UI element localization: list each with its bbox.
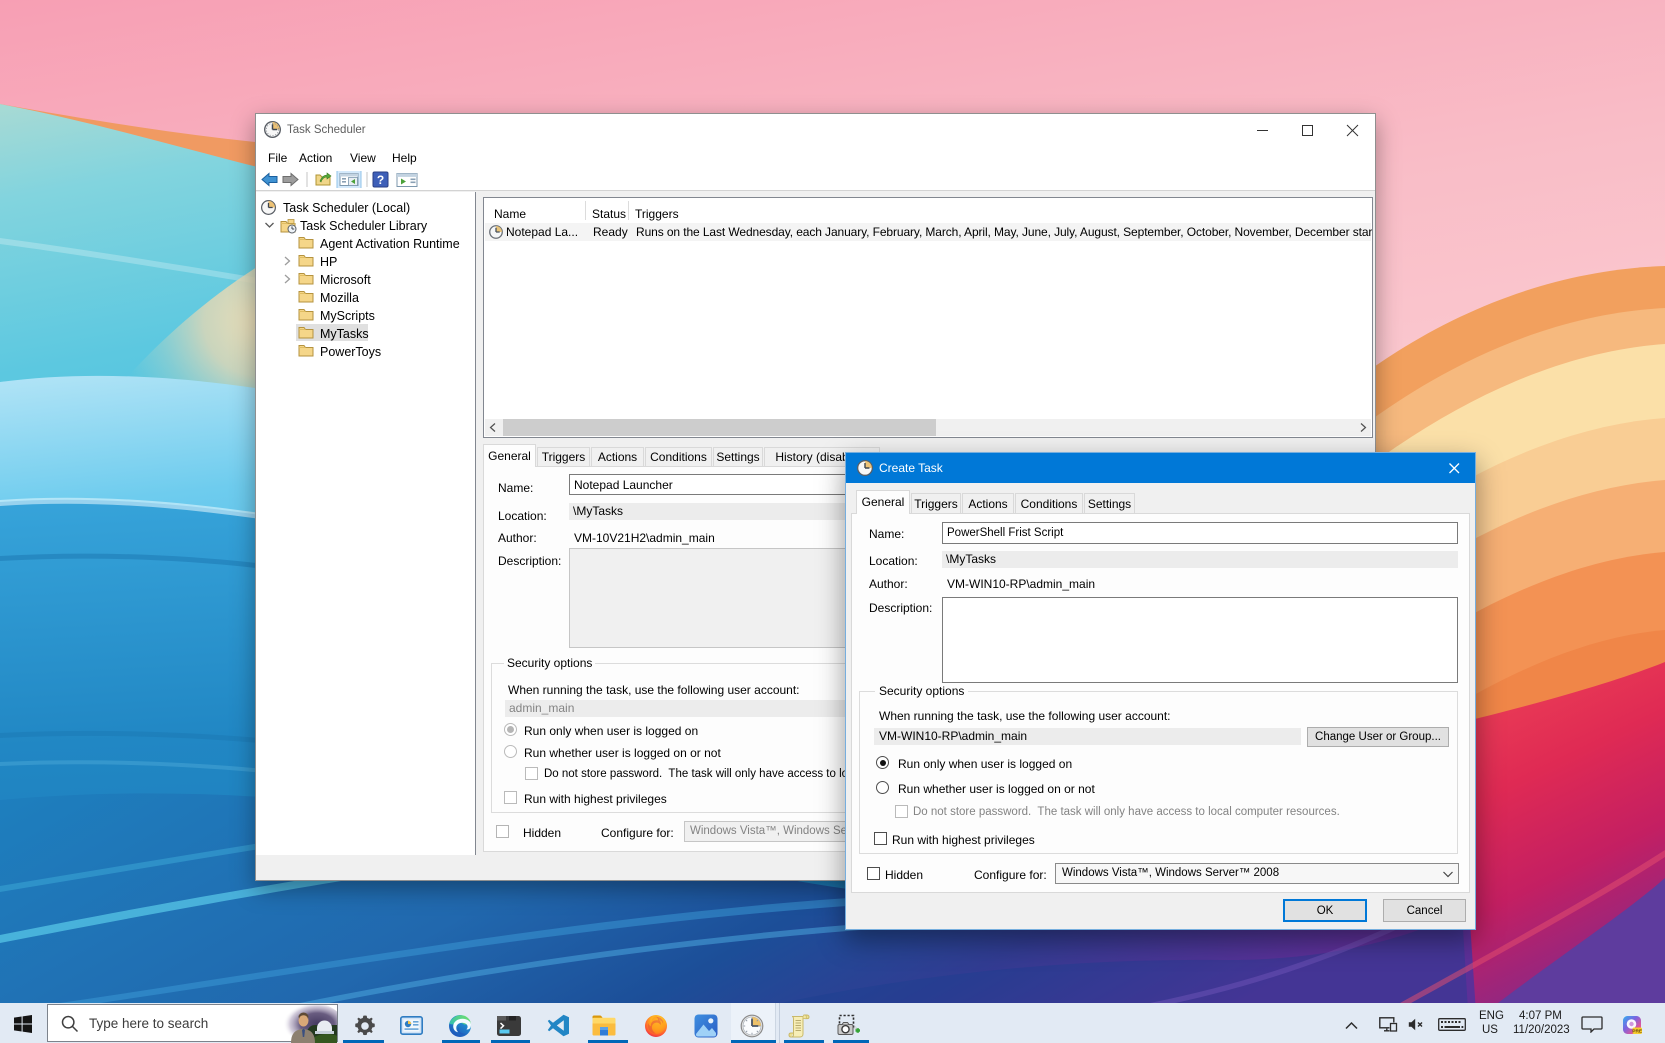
svg-text:PRE: PRE — [1632, 1029, 1642, 1035]
svg-text:?: ? — [377, 173, 384, 187]
